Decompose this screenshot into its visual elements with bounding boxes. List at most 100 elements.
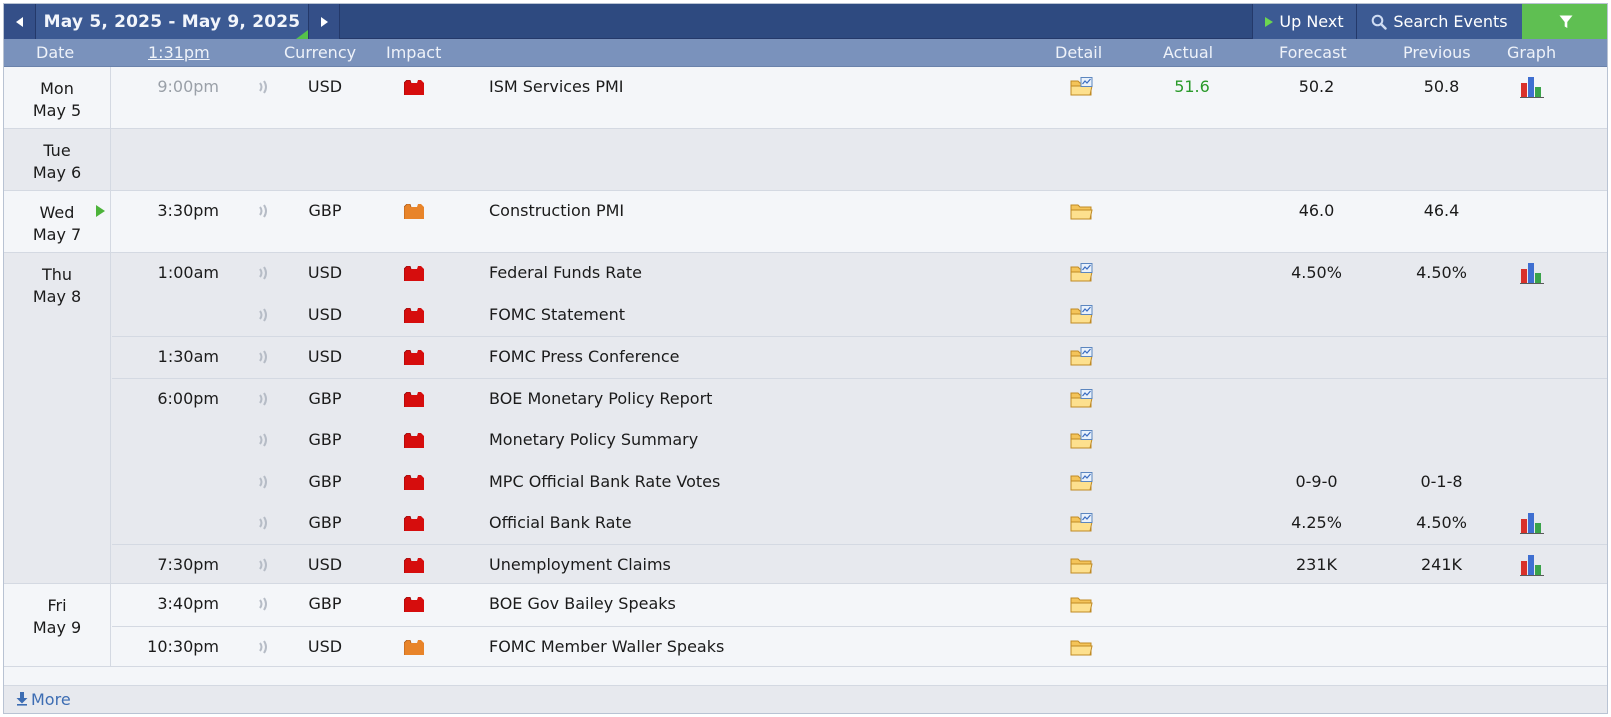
- folder-icon[interactable]: [1070, 555, 1093, 575]
- folder-icon[interactable]: [1070, 637, 1093, 657]
- event-row[interactable]: 1:00am USD Federal Funds Rate 4.50% 4.50…: [112, 253, 1607, 295]
- date-range-button[interactable]: May 5, 2025 - May 9, 2025: [36, 4, 308, 39]
- event-previous: 4.50%: [1416, 263, 1467, 282]
- impact-high-icon[interactable]: [403, 391, 425, 407]
- folder-icon[interactable]: [1070, 594, 1093, 614]
- event-previous: 50.8: [1423, 77, 1460, 96]
- impact-high-icon[interactable]: [403, 349, 425, 365]
- event-row[interactable]: GBP MPC Official Bank Rate Votes 0-9-0 0…: [112, 462, 1607, 504]
- event-time: 1:00am: [109, 263, 219, 282]
- impact-high-icon[interactable]: [403, 307, 425, 323]
- sound-alert-icon[interactable]: [257, 556, 271, 574]
- event-title[interactable]: Monetary Policy Summary: [489, 430, 698, 449]
- event-row[interactable]: GBP Official Bank Rate 4.25% 4.50%: [112, 503, 1607, 545]
- event-title[interactable]: FOMC Press Conference: [489, 347, 679, 366]
- sound-alert-icon[interactable]: [257, 306, 271, 324]
- event-row[interactable]: 3:40pm GBP BOE Gov Bailey Speaks: [112, 584, 1607, 626]
- event-time: 7:30pm: [109, 555, 219, 574]
- time-block: 10:30pm USD FOMC Member Waller Speaks: [112, 625, 1607, 669]
- folder-chart-icon[interactable]: [1070, 263, 1093, 283]
- folder-chart-icon[interactable]: [1070, 430, 1093, 450]
- next-week-button[interactable]: [308, 4, 340, 39]
- event-row[interactable]: GBP Monetary Policy Summary: [112, 420, 1607, 462]
- event-row[interactable]: USD FOMC Statement: [112, 295, 1607, 337]
- bar-chart-icon[interactable]: [1519, 261, 1545, 285]
- event-row[interactable]: 10:30pm USD FOMC Member Waller Speaks: [112, 627, 1607, 669]
- impact-medium-icon[interactable]: [403, 639, 425, 655]
- time-block: 1:30am USD FOMC Press Conference: [112, 336, 1607, 378]
- folder-chart-icon[interactable]: [1070, 471, 1093, 492]
- event-title[interactable]: MPC Official Bank Rate Votes: [489, 472, 720, 491]
- corner-flag-icon: [296, 30, 308, 39]
- impact-high-icon[interactable]: [403, 557, 425, 573]
- column-header-row: Date 1:31pm Currency Impact Detail Actua…: [4, 39, 1607, 67]
- bar-chart-icon[interactable]: [1519, 553, 1545, 577]
- event-time-text: 7:30pm: [157, 554, 219, 574]
- impact-high-icon[interactable]: [403, 474, 425, 490]
- day-cell: Mon May 5: [4, 67, 111, 128]
- folder-chart-icon[interactable]: [1070, 304, 1093, 325]
- event-row[interactable]: 1:30am USD FOMC Press Conference: [112, 337, 1607, 379]
- folder-chart-icon[interactable]: [1070, 513, 1093, 533]
- impact-high-icon[interactable]: [403, 432, 425, 448]
- date-range-label: May 5, 2025 - May 9, 2025: [43, 11, 301, 32]
- event-title[interactable]: BOE Gov Bailey Speaks: [489, 594, 676, 613]
- event-row[interactable]: 9:00pm USD ISM Services PMI 51.6 50.2 50…: [112, 67, 1607, 109]
- chevron-left-icon: [16, 16, 23, 27]
- event-row[interactable]: 7:30pm USD Unemployment Claims 231K 241K: [112, 545, 1607, 587]
- folder-chart-icon[interactable]: [1070, 388, 1093, 409]
- up-next-button[interactable]: Up Next: [1252, 4, 1356, 39]
- impact-high-icon[interactable]: [403, 79, 425, 95]
- impact-high-icon[interactable]: [403, 265, 425, 281]
- event-title[interactable]: BOE Monetary Policy Report: [489, 389, 712, 408]
- search-events-button[interactable]: Search Events: [1356, 4, 1522, 39]
- event-forecast: 4.25%: [1291, 513, 1342, 532]
- sound-alert-icon[interactable]: [257, 595, 271, 613]
- sound-alert-icon[interactable]: [257, 390, 271, 408]
- more-link[interactable]: More: [4, 685, 1607, 713]
- folder-chart-icon[interactable]: [1070, 347, 1093, 367]
- sound-alert-icon[interactable]: [257, 78, 271, 96]
- sound-alert-icon[interactable]: [257, 473, 271, 491]
- play-icon: [1265, 16, 1274, 27]
- sound-alert-icon[interactable]: [257, 638, 271, 656]
- event-forecast: 46.0: [1298, 201, 1335, 220]
- folder-icon[interactable]: [1070, 201, 1093, 221]
- header-currency: Currency: [284, 43, 357, 62]
- more-label: More: [31, 690, 71, 709]
- sound-alert-icon[interactable]: [257, 264, 271, 282]
- event-title[interactable]: Unemployment Claims: [489, 555, 671, 574]
- event-row[interactable]: 6:00pm GBP BOE Monetary Policy Report: [112, 379, 1607, 421]
- sound-alert-icon[interactable]: [257, 348, 271, 366]
- event-row[interactable]: 3:30pm GBP Construction PMI 46.0 46.4: [96, 191, 1607, 233]
- event-title[interactable]: Official Bank Rate: [489, 513, 632, 532]
- sound-alert-icon[interactable]: [257, 431, 271, 449]
- event-forecast: 50.2: [1298, 77, 1335, 96]
- day-group: Fri May 9 3:40pm GBP BOE Gov Bailey Speak…: [4, 584, 1607, 667]
- header-impact: Impact: [386, 43, 442, 62]
- event-title[interactable]: Construction PMI: [489, 201, 624, 220]
- current-time-link[interactable]: 1:31pm: [148, 43, 210, 62]
- header-detail: Detail: [1055, 43, 1103, 62]
- event-title[interactable]: FOMC Member Waller Speaks: [489, 637, 724, 656]
- event-time-text: 10:30pm: [147, 636, 219, 656]
- folder-chart-icon[interactable]: [1070, 77, 1093, 97]
- bar-chart-icon[interactable]: [1519, 75, 1545, 99]
- sound-alert-icon[interactable]: [257, 514, 271, 532]
- impact-medium-icon[interactable]: [403, 203, 425, 219]
- event-actual: 51.6: [1174, 77, 1210, 96]
- event-title[interactable]: ISM Services PMI: [489, 77, 624, 96]
- event-title[interactable]: FOMC Statement: [489, 305, 625, 324]
- header-previous: Previous: [1403, 43, 1471, 62]
- event-time-text: 6:00pm: [157, 388, 219, 408]
- day-group: Wed May 7 3:30pm GBP Construction PMI 46.…: [4, 191, 1607, 253]
- sound-alert-icon[interactable]: [257, 202, 271, 220]
- impact-high-icon[interactable]: [403, 596, 425, 612]
- event-currency: GBP: [308, 594, 342, 613]
- event-title[interactable]: Federal Funds Rate: [489, 263, 642, 282]
- event-time-text: 1:30am: [157, 347, 219, 366]
- bar-chart-icon[interactable]: [1519, 511, 1545, 535]
- previous-week-button[interactable]: [4, 4, 36, 39]
- filter-button[interactable]: [1522, 4, 1607, 39]
- impact-high-icon[interactable]: [403, 515, 425, 531]
